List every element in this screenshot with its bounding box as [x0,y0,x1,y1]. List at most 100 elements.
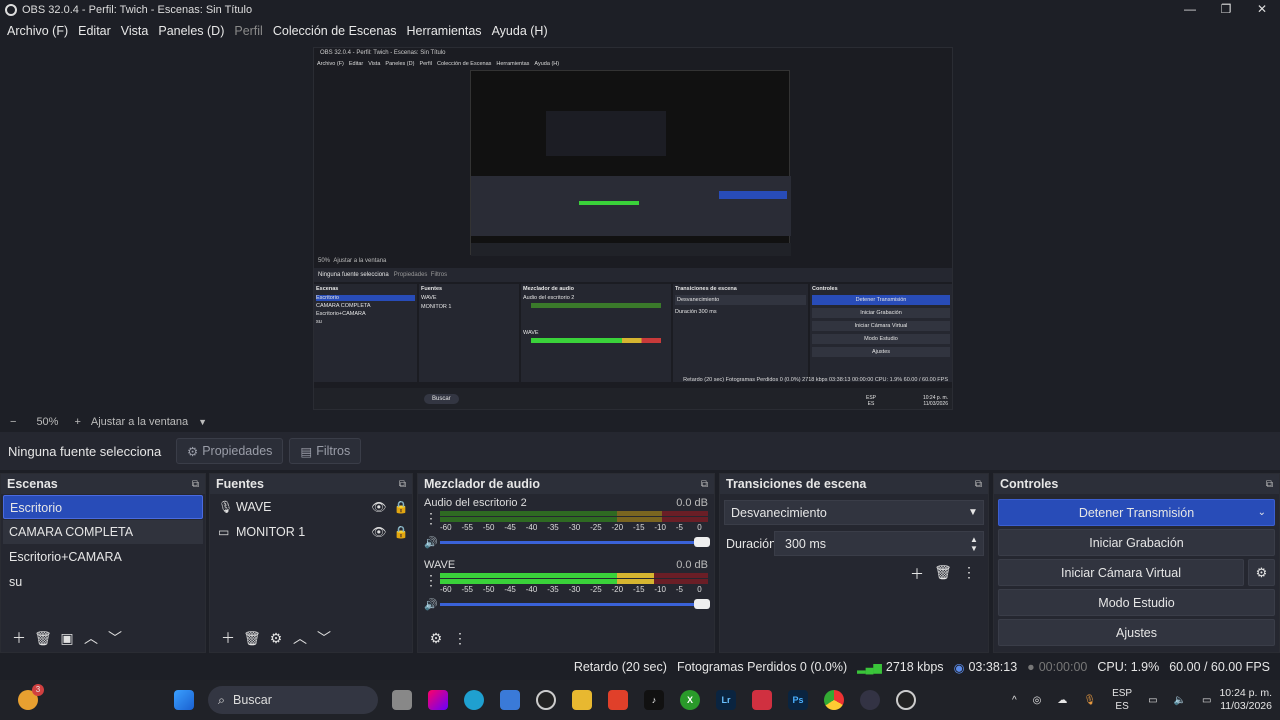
tiktok-icon[interactable]: ♪ [636,680,672,720]
scene-item-escritorio-camara[interactable]: Escritorio+CAMARA [3,545,203,569]
more-icon[interactable]: ⋮ [424,511,440,525]
undock-icon[interactable]: ⧉ [192,479,199,490]
chevron-up-icon[interactable]: ^ [1012,694,1017,707]
virtual-cam-button[interactable]: Iniciar Cámara Virtual [998,559,1244,586]
transition-select[interactable]: Desvanecimiento ▼ [724,500,984,525]
more-icon[interactable]: ⋮ [424,573,440,587]
zoom-in-button[interactable]: + [74,416,80,428]
volume-slider-knob[interactable] [694,598,710,609]
close-icon[interactable]: ✕ [1244,0,1280,20]
filter-icon[interactable]: ▣ [55,630,79,647]
chevron-up-icon[interactable]: ︿ [79,628,103,648]
start-recording-button[interactable]: Iniciar Grabación [998,529,1275,556]
trash-icon[interactable]: 🗑 [930,564,956,584]
task-view-icon[interactable] [384,680,420,720]
menu-perfil[interactable]: Perfil [229,24,267,38]
stop-stream-label: Detener Transmisión [1078,505,1195,520]
edge-icon[interactable] [456,680,492,720]
maximize-icon[interactable]: ❐ [1208,0,1244,20]
start-icon[interactable] [166,680,202,720]
mixer-header: Mezclador de audio ⧉ [418,474,714,494]
chevron-down-icon[interactable]: ﹀ [312,628,336,648]
chevron-up-icon[interactable]: ︿ [288,628,312,648]
taskbar-search[interactable]: ⌕ Buscar [208,686,378,714]
widgets-icon[interactable]: 3 [10,680,46,720]
undock-icon[interactable]: ⧉ [701,479,708,490]
chevron-down-icon[interactable]: ﹀ [103,628,127,648]
clock[interactable]: 10:24 p. m. 11/03/2026 [1219,687,1272,713]
spinner-icon[interactable]: ▲ ▼ [965,535,983,553]
undock-icon[interactable]: ⧉ [399,479,406,490]
scene-item-su[interactable]: su [3,570,203,594]
undock-icon[interactable]: ⧉ [1266,479,1273,490]
minimize-icon[interactable]: — [1172,0,1208,20]
menu-vista[interactable]: Vista [116,24,154,38]
onedrive-icon[interactable]: ☁ [1057,694,1067,707]
add-icon[interactable]: ＋ [7,628,31,648]
undock-icon[interactable]: ⧉ [975,479,982,490]
store-icon[interactable] [492,680,528,720]
folder-icon[interactable] [564,680,600,720]
gear-icon[interactable]: ⚙ [264,630,288,647]
app-icon[interactable] [852,680,888,720]
display-icon[interactable]: ▭ [1148,694,1157,707]
eye-icon[interactable]: 👁 [368,500,390,514]
battery-icon[interactable]: ▭ [1202,694,1211,707]
zoom-out-button[interactable]: − [10,416,16,428]
menu-herramientas[interactable]: Herramientas [402,24,487,38]
menu-coleccion[interactable]: Colección de Escenas [268,24,402,38]
source-item-wave[interactable]: 🎙 WAVE 👁 🔒 [210,494,412,519]
properties-button[interactable]: ⚙ Propiedades [176,438,284,464]
more-icon[interactable]: ⋮ [448,630,472,647]
source-item-monitor[interactable]: ▭ MONITOR 1 👁 🔒 [210,519,412,544]
lock-icon[interactable]: 🔒 [390,525,412,539]
eye-icon[interactable]: 👁 [368,525,390,539]
gear-icon[interactable]: ⚙ [1248,559,1275,586]
stop-stream-button[interactable]: Detener Transmisión ⌄ [998,499,1275,526]
filters-button[interactable]: ▤ Filtros [289,438,362,464]
preview-area[interactable]: OBS 32.0.4 - Perfil: Twich - Escenas: Si… [0,42,1280,412]
brave-icon[interactable] [600,680,636,720]
zoom-fit-label[interactable]: Ajustar a la ventana [91,416,188,428]
microphone-icon[interactable]: 🎙 [1083,694,1096,707]
settings-button[interactable]: Ajustes [998,619,1275,646]
trash-icon[interactable]: 🗑 [240,630,264,647]
meter-tick-label: -30 [568,523,581,532]
chrome-icon[interactable] [816,680,852,720]
creative-cloud-icon[interactable] [744,680,780,720]
xbox-icon[interactable]: X [672,680,708,720]
menu-paneles[interactable]: Paneles (D) [153,24,229,38]
obs-icon[interactable] [528,680,564,720]
volume-icon[interactable]: 🔈 [1174,694,1186,707]
photoshop-icon[interactable]: Ps [780,680,816,720]
language-indicator[interactable]: ESP ES [1112,687,1132,713]
lightroom-icon[interactable]: Lr [708,680,744,720]
chevron-down-icon[interactable]: ⌄ [1258,507,1266,518]
menu-editar[interactable]: Editar [73,24,116,38]
scene-item-escritorio[interactable]: Escritorio [3,495,203,519]
add-icon[interactable]: ＋ [904,564,930,584]
studio-mode-button[interactable]: Modo Estudio [998,589,1275,616]
menu-archivo[interactable]: Archivo (F) [2,24,73,38]
trash-icon[interactable]: 🗑 [31,630,55,647]
add-icon[interactable]: ＋ [216,628,240,648]
volume-slider[interactable] [440,536,710,547]
lang-code: ESP [1112,688,1133,699]
preview-menu-item: Perfil [419,61,432,67]
volume-slider-knob[interactable] [694,536,710,547]
duration-field[interactable]: 300 ms ▲ ▼ [774,531,984,556]
lock-icon[interactable]: 🔒 [390,500,412,514]
controls-dock: Controles ⧉ Detener Transmisión ⌄ Iniciar … [993,473,1280,653]
obs-tray-icon[interactable]: ◎ [1033,694,1042,707]
speaker-icon[interactable]: 🔊 [424,598,440,611]
more-icon[interactable]: ⋮ [956,564,982,584]
preview-canvas[interactable]: OBS 32.0.4 - Perfil: Twich - Escenas: Si… [313,47,953,410]
obs-running-icon[interactable] [888,680,924,720]
copilot-icon[interactable] [420,680,456,720]
speaker-icon[interactable]: 🔊 [424,536,440,549]
menu-ayuda[interactable]: Ayuda (H) [487,24,553,38]
scene-item-camara-completa[interactable]: CAMARA COMPLETA [3,520,203,544]
volume-slider[interactable] [440,598,710,609]
advanced-audio-icon[interactable]: ⚙ [424,630,448,647]
zoom-dropdown-icon[interactable]: ▼ [198,417,207,427]
